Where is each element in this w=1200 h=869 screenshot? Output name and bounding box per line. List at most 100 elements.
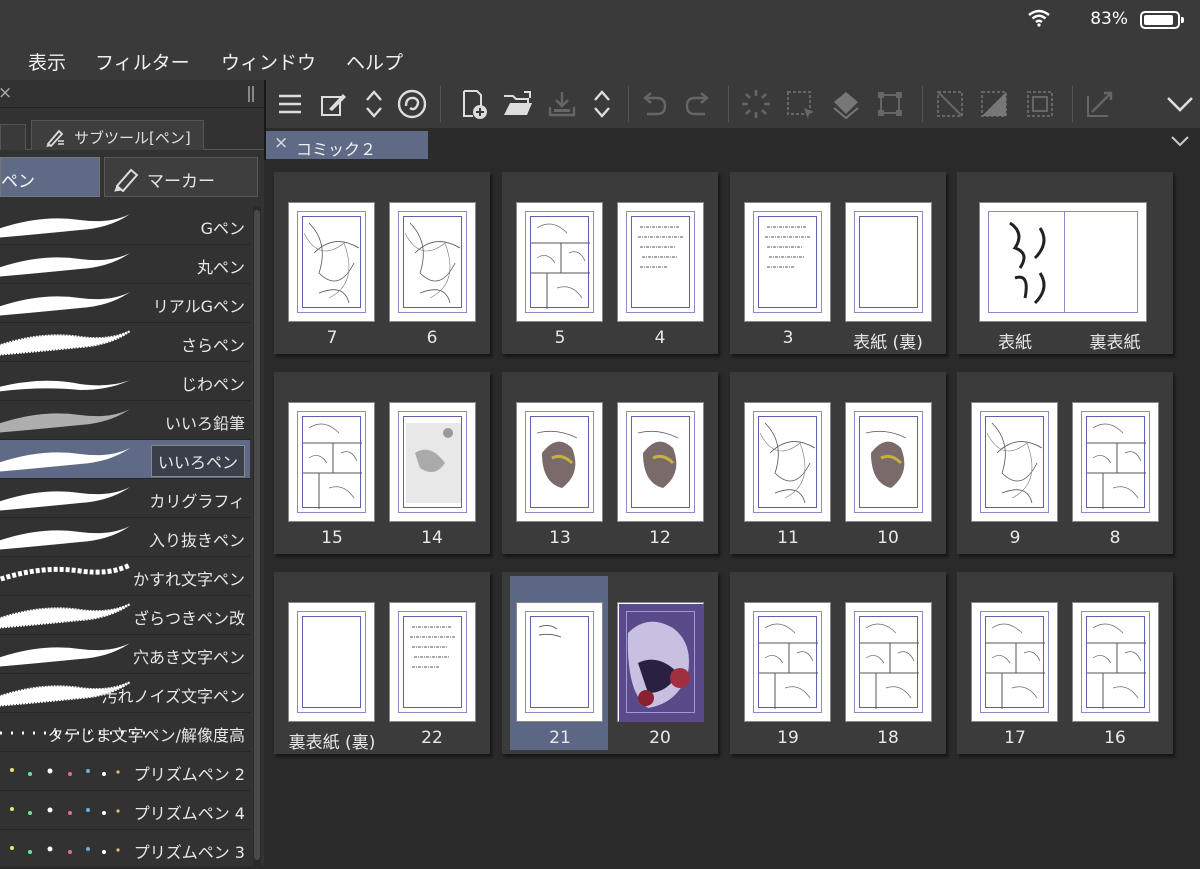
page-thumbnail[interactable] bbox=[617, 602, 704, 722]
brush-name: プリズムペン 4 bbox=[133, 804, 245, 823]
transform-icon[interactable] bbox=[872, 80, 908, 128]
grip-icon[interactable] bbox=[248, 86, 254, 102]
save-icon[interactable] bbox=[544, 80, 580, 128]
brush-name: リアルGペン bbox=[152, 297, 245, 316]
page-spread[interactable]: 裏表紙 (裏) 22 bbox=[274, 572, 490, 754]
selection-border-icon[interactable] bbox=[1022, 80, 1058, 128]
select-icon[interactable] bbox=[782, 80, 818, 128]
undo-icon[interactable] bbox=[636, 80, 672, 128]
page-spread[interactable]: 54 bbox=[502, 172, 718, 354]
brush-stroke-preview bbox=[0, 253, 130, 277]
brush-item[interactable]: タテじま文字ペン/解像度高 bbox=[0, 713, 250, 752]
page-spread[interactable]: 98 bbox=[957, 372, 1173, 554]
page-spread[interactable]: 19 18 bbox=[730, 572, 946, 754]
page-thumbnail[interactable] bbox=[617, 402, 704, 522]
marker-icon bbox=[114, 168, 139, 192]
page-label: 15 bbox=[321, 528, 343, 548]
brush-item[interactable]: 入り抜きペン bbox=[0, 518, 250, 557]
menu-view[interactable]: 表示 bbox=[28, 48, 66, 75]
brush-item[interactable]: いいろ鉛筆 bbox=[0, 401, 250, 440]
brush-name: カリグラフィ bbox=[149, 492, 245, 511]
page-spread[interactable]: 76 bbox=[274, 172, 490, 354]
page-spread[interactable]: 17 16 bbox=[957, 572, 1173, 754]
fill-icon[interactable] bbox=[828, 80, 864, 128]
invert-selection-icon[interactable] bbox=[976, 80, 1012, 128]
chevron-down-icon[interactable] bbox=[1162, 80, 1198, 128]
brush-name: 丸ペン bbox=[196, 258, 245, 277]
page-spread[interactable]: 表紙 裏表紙 bbox=[957, 172, 1173, 354]
brush-item[interactable]: プリズムペン 3 bbox=[0, 830, 250, 869]
page-thumbnail[interactable] bbox=[288, 402, 375, 522]
page-spread[interactable]: 21 20 bbox=[502, 572, 718, 754]
page-spread[interactable]: 13 12 bbox=[502, 372, 718, 554]
page-thumbnail[interactable] bbox=[288, 602, 375, 722]
brush-item[interactable]: プリズムペン 4 bbox=[0, 791, 250, 830]
tab-subtool-pen[interactable]: サブツール[ペン] bbox=[31, 120, 204, 150]
brush-name: さらペン bbox=[180, 336, 245, 355]
page-thumbnail[interactable] bbox=[845, 402, 932, 522]
brush-item[interactable]: ざらつきペン改 bbox=[0, 596, 250, 635]
page-spread[interactable]: 15 14 bbox=[274, 372, 490, 554]
brush-stroke-preview bbox=[0, 380, 130, 392]
page-thumbnail[interactable] bbox=[971, 602, 1058, 722]
page-label: 4 bbox=[654, 328, 666, 348]
page-label: 20 bbox=[649, 728, 671, 748]
deselect-icon[interactable] bbox=[932, 80, 968, 128]
brush-stroke-preview bbox=[0, 214, 130, 238]
brush-stroke-preview bbox=[0, 330, 131, 356]
page-thumbnail[interactable] bbox=[288, 202, 375, 322]
brush-item[interactable]: じわペン bbox=[0, 362, 250, 401]
arrow-icon[interactable] bbox=[1082, 80, 1118, 128]
page-spread[interactable]: 11 10 bbox=[730, 372, 946, 554]
tabs-chevron-down-icon[interactable] bbox=[1170, 134, 1190, 148]
page-thumbnail[interactable] bbox=[744, 202, 831, 322]
brush-item[interactable]: 汚れノイズ文字ペン bbox=[0, 674, 250, 713]
pen-icon bbox=[46, 129, 64, 148]
close-tab-icon[interactable]: × bbox=[274, 133, 288, 153]
page-thumbnail[interactable] bbox=[1072, 602, 1159, 722]
page-thumbnail[interactable] bbox=[516, 602, 603, 722]
page-thumbnail[interactable] bbox=[516, 202, 603, 322]
loading-icon[interactable] bbox=[738, 80, 774, 128]
page-thumbnail[interactable] bbox=[1072, 402, 1159, 522]
brush-item[interactable]: 丸ペン bbox=[0, 245, 250, 284]
up-down-arrows-icon[interactable] bbox=[356, 80, 392, 128]
tab-other-tool[interactable] bbox=[0, 124, 26, 150]
page-thumbnail[interactable] bbox=[971, 402, 1058, 522]
open-folder-icon[interactable] bbox=[500, 80, 536, 128]
brush-item[interactable]: カリグラフィ bbox=[0, 479, 250, 518]
brush-list-scrollbar[interactable] bbox=[253, 206, 261, 866]
menu-window[interactable]: ウィンドウ bbox=[221, 48, 316, 75]
brush-item[interactable]: さらペン bbox=[0, 323, 250, 362]
brush-item[interactable]: いいろペン bbox=[0, 440, 250, 479]
brush-item[interactable]: プリズムペン 2 bbox=[0, 752, 250, 791]
redo-icon[interactable] bbox=[680, 80, 716, 128]
menu-help[interactable]: ヘルプ bbox=[346, 48, 403, 75]
brush-item[interactable]: Gペン bbox=[0, 206, 250, 245]
page-thumbnail[interactable] bbox=[617, 202, 704, 322]
close-icon[interactable]: × bbox=[0, 83, 12, 103]
page-thumbnail[interactable] bbox=[845, 202, 932, 322]
subtab-pen[interactable]: ペン bbox=[0, 157, 100, 197]
brush-item[interactable]: 穴あき文字ペン bbox=[0, 635, 250, 674]
page-thumbnail[interactable] bbox=[744, 602, 831, 722]
menu-icon[interactable] bbox=[272, 80, 308, 128]
brush-item[interactable]: リアルGペン bbox=[0, 284, 250, 323]
brush-item[interactable]: かすれ文字ペン bbox=[0, 557, 250, 596]
up-down-arrows-icon-2[interactable] bbox=[584, 80, 620, 128]
page-thumbnail[interactable] bbox=[389, 602, 476, 722]
edit-icon[interactable] bbox=[316, 80, 352, 128]
page-spread[interactable]: 3 表紙 (裏) bbox=[730, 172, 946, 354]
page-thumbnail[interactable] bbox=[845, 602, 932, 722]
page-label: 13 bbox=[549, 528, 571, 548]
new-page-icon[interactable] bbox=[456, 80, 492, 128]
page-thumbnail[interactable] bbox=[389, 402, 476, 522]
page-thumbnail[interactable] bbox=[389, 202, 476, 322]
menu-filter[interactable]: フィルター bbox=[95, 48, 190, 75]
spiral-icon[interactable] bbox=[394, 80, 430, 128]
page-thumbnail[interactable] bbox=[744, 402, 831, 522]
subtab-marker[interactable]: マーカー bbox=[104, 157, 258, 197]
cover-spread-thumbnail[interactable] bbox=[979, 202, 1147, 322]
page-thumbnail[interactable] bbox=[516, 402, 603, 522]
document-tab[interactable]: × コミック２ bbox=[266, 131, 428, 159]
